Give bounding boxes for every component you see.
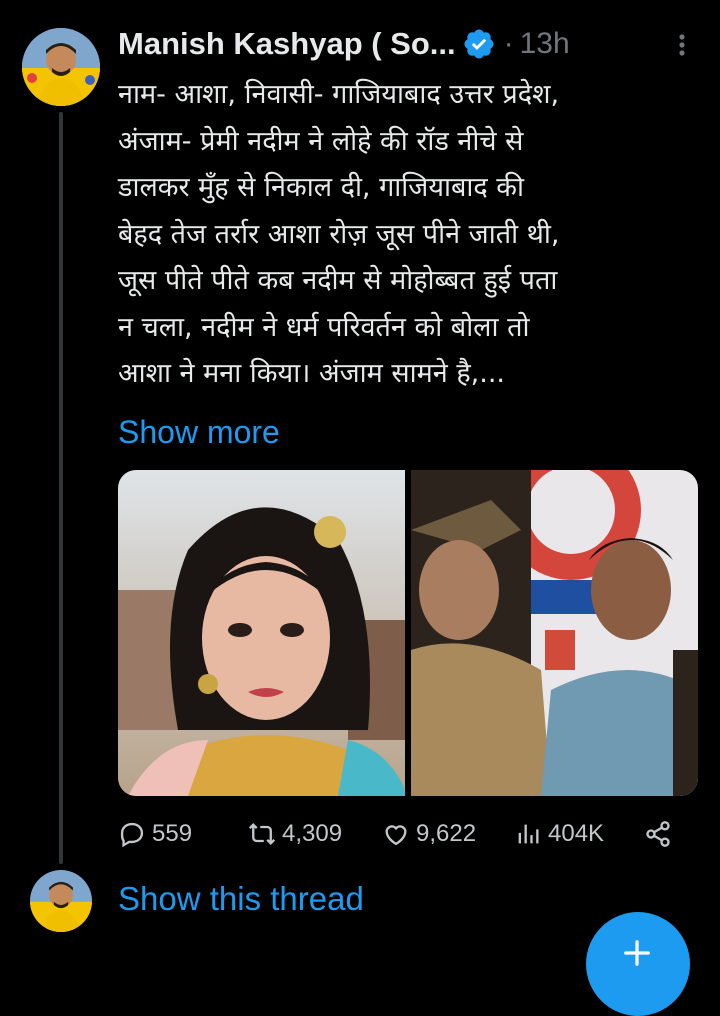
like-button[interactable]: 9,622 xyxy=(382,812,476,856)
show-more-link[interactable]: Show more xyxy=(118,414,280,451)
tweet-actions: 559 4,309 9,622 404K xyxy=(118,812,698,856)
tweet-text-line: आशा ने मना किया। अंजाम सामने है,... xyxy=(118,358,506,389)
reply-icon xyxy=(120,822,144,848)
verified-badge-icon xyxy=(462,27,496,61)
media-image-police[interactable] xyxy=(411,470,698,796)
show-thread-link[interactable]: Show this thread xyxy=(118,880,364,918)
share-button[interactable] xyxy=(644,812,672,856)
media-grid xyxy=(118,470,698,796)
share-icon xyxy=(646,821,670,847)
separator-dot: · xyxy=(503,27,514,60)
author-avatar[interactable] xyxy=(22,28,100,106)
photo-police-icon xyxy=(411,470,698,796)
more-options-icon[interactable] xyxy=(672,30,692,60)
photo-woman-icon xyxy=(118,470,405,796)
author-name[interactable]: Manish Kashyap ( So... xyxy=(118,26,456,62)
avatar-image xyxy=(22,28,100,106)
tweet-text-line: अंजाम- प्रेमी नदीम ने लोहे की रॉड नीचे स… xyxy=(118,125,524,157)
tweet-text-line: बेहद तेज तर्रार आशा रोज़ जूस पीने जाती थ… xyxy=(118,218,560,250)
views-button[interactable]: 404K xyxy=(514,812,604,856)
compose-tweet-button[interactable] xyxy=(586,912,690,1016)
timestamp[interactable]: 13h xyxy=(520,27,570,61)
retweet-icon xyxy=(248,823,276,845)
heart-icon xyxy=(385,825,407,846)
reply-count: 559 xyxy=(152,820,193,847)
views-count: 404K xyxy=(548,820,605,847)
reply-button[interactable]: 559 xyxy=(118,812,192,856)
tweet-text-line: नाम- आशा, निवासी- गाजियाबाद उत्तर प्रदेश… xyxy=(118,79,560,110)
views-chart-icon xyxy=(518,824,539,844)
retweet-count: 4,309 xyxy=(282,820,343,847)
tweet[interactable]: Manish Kashyap ( So... · 13h नाम- आशा, न… xyxy=(0,0,720,1016)
thread-avatar[interactable] xyxy=(30,870,92,932)
tweet-text: नाम- आशा, निवासी- गाजियाबाद उत्तर प्रदेश… xyxy=(118,72,708,398)
tweet-text-line: जूस पीते पीते कब नदीम से मोहोब्बत हुई पत… xyxy=(118,265,558,296)
thread-line xyxy=(59,112,63,864)
tweet-text-line: न चला, नदीम ने धर्म परिवर्तन को बोला तो xyxy=(118,311,530,343)
media-image-woman[interactable] xyxy=(118,470,405,796)
tweet-header: Manish Kashyap ( So... · 13h xyxy=(118,24,703,64)
like-count: 9,622 xyxy=(416,820,477,847)
retweet-button[interactable]: 4,309 xyxy=(248,812,342,856)
avatar-image xyxy=(30,870,92,932)
tweet-text-line: डालकर मुँह से निकाल दी, गाजियाबाद की xyxy=(118,172,525,203)
plus-icon xyxy=(624,940,650,966)
